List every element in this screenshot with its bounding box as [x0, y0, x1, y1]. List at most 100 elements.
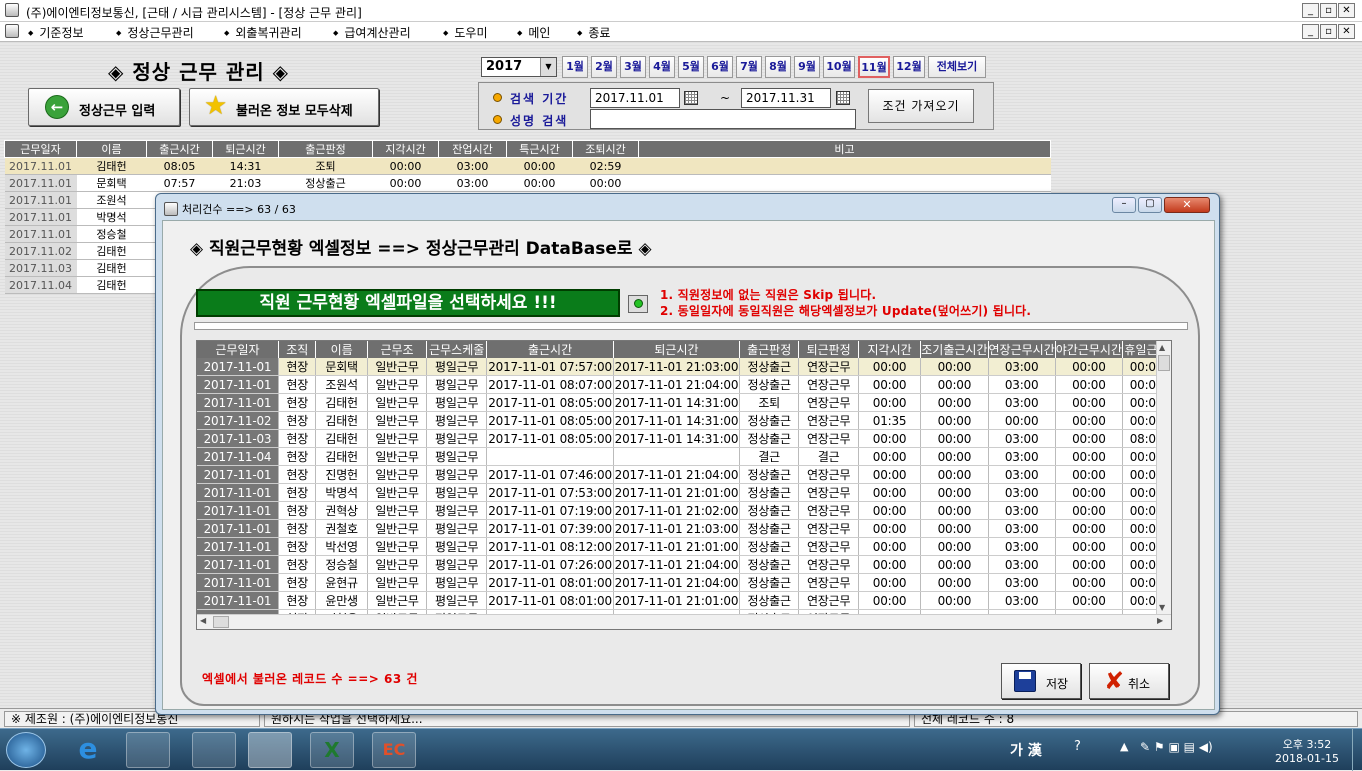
col-header[interactable]: 출근판정 — [278, 140, 373, 158]
menu-helper[interactable]: 도우미 — [443, 24, 487, 41]
grid-col-header[interactable]: 근무일자 — [197, 341, 279, 358]
grid-row[interactable]: 2017-11-01 현장 윤현규 일반근무 평일근무 2017-11-01 08:01:… — [197, 573, 1171, 592]
grid-row[interactable]: 2017-11-01 현장 김태헌 일반근무 평일근무 2017-11-01 08:05:… — [197, 393, 1171, 412]
menu-outing-return[interactable]: 외출복귀관리 — [224, 24, 301, 41]
menu-salary-calc[interactable]: 급여계산관리 — [333, 24, 410, 41]
cancel-button[interactable]: ✘ 취소 — [1089, 663, 1169, 699]
grid-row[interactable]: 2017-11-01 현장 윤만생 일반근무 평일근무 2017-11-01 08:01:… — [197, 591, 1171, 610]
radio-period[interactable] — [493, 93, 502, 102]
radio-name[interactable] — [493, 115, 502, 124]
month-button-4[interactable]: 4월 — [649, 56, 675, 78]
grid-row[interactable]: 2017-11-01 현장 문회택 일반근무 평일근무 2017-11-01 07:57:… — [197, 358, 1171, 376]
grid-row[interactable]: 2017-11-01 현장 권혁상 일반근무 평일근무 2017-11-01 07:19:… — [197, 501, 1171, 520]
month-button-11[interactable]: 11월 — [858, 56, 890, 78]
ie-icon[interactable]: e — [66, 732, 110, 768]
vertical-scroll-thumb[interactable] — [1158, 355, 1170, 371]
grid-col-header[interactable]: 출근판정 — [739, 341, 800, 358]
grid-col-header[interactable]: 연장근무시간 — [988, 341, 1056, 358]
ime-indicator[interactable]: 가 漢 — [1010, 740, 1042, 760]
grid-row[interactable]: 2017-11-04 현장 김태헌 일반근무 평일근무 결근 결근 00:00 00:00 03:… — [197, 447, 1171, 466]
scroll-up-icon[interactable]: ▲ — [1159, 343, 1169, 353]
dialog-minimize-button[interactable]: – — [1112, 197, 1136, 213]
month-button-12[interactable]: 12월 — [893, 56, 925, 78]
explorer-folder-icon[interactable] — [192, 732, 236, 768]
close-button[interactable]: ✕ — [1338, 3, 1355, 18]
col-header[interactable]: 이름 — [76, 140, 147, 158]
month-button-6[interactable]: 6월 — [707, 56, 733, 78]
col-header[interactable]: 출근시간 — [146, 140, 213, 158]
grid-col-header[interactable]: 지각시간 — [858, 341, 922, 358]
normal-work-input-button[interactable]: ← 정상근무 입력 — [28, 88, 180, 126]
grid-col-header[interactable]: 퇴근시간 — [613, 341, 740, 358]
grid-row[interactable]: 2017-11-02 현장 김태헌 일반근무 평일근무 2017-11-01 08:05:… — [197, 411, 1171, 430]
show-desktop-button[interactable] — [1352, 729, 1362, 771]
dialog-maximize-button[interactable]: ▢ — [1138, 197, 1162, 213]
month-button-8[interactable]: 8월 — [765, 56, 791, 78]
menu-main[interactable]: 메인 — [517, 24, 550, 41]
col-header[interactable]: 퇴근시간 — [212, 140, 279, 158]
active-app-icon[interactable] — [248, 732, 292, 768]
ec-app-icon[interactable]: EC — [372, 732, 416, 768]
month-button-1[interactable]: 1월 — [562, 56, 588, 78]
grid-col-header[interactable]: 이름 — [315, 341, 368, 358]
scroll-left-icon[interactable]: ◀ — [200, 616, 206, 625]
grid-col-header[interactable]: 출근시간 — [486, 341, 615, 358]
menu-normal-work[interactable]: 정상근무관리 — [116, 24, 193, 41]
tray-show-hidden-icon[interactable]: ▲ — [1120, 740, 1128, 753]
grid-row[interactable]: 2017-11-01 현장 진명헌 일반근무 평일근무 2017-11-01 07:46:… — [197, 465, 1171, 484]
child-minimize-button[interactable]: _ — [1302, 24, 1319, 39]
clock-time[interactable]: 오후 3:52 — [1270, 736, 1344, 752]
vertical-scrollbar[interactable]: ▲ ▼ — [1156, 341, 1171, 615]
dialog-close-button[interactable]: ✕ — [1164, 197, 1210, 213]
grid-col-header[interactable]: 조기출근시간 — [920, 341, 989, 358]
grid-col-header[interactable]: 조직 — [278, 341, 317, 358]
name-search-input[interactable] — [590, 109, 856, 129]
view-all-button[interactable]: 전체보기 — [928, 56, 986, 78]
calendar-icon[interactable] — [684, 91, 698, 105]
delete-loaded-button[interactable]: ★ 불러온 정보 모두삭제 — [189, 88, 379, 126]
grid-row[interactable]: 2017-11-01 현장 조원석 일반근무 평일근무 2017-11-01 08:07:… — [197, 375, 1171, 394]
excel-grid[interactable]: 근무일자 조직 이름 근무조 근무스케줄 출근시간 퇴근시간 출근판정 퇴근판정 지각시간 조기출근… — [196, 340, 1172, 630]
fetch-condition-button[interactable]: 조건 가져오기 — [868, 89, 974, 123]
table-row[interactable]: 2017.11.01 김태헌 08:05 14:31 조퇴 00:00 03:00 00:00… — [4, 157, 1051, 175]
table-row[interactable]: 2017.11.01 문회택 07:57 21:03 정상출근 00:00 03:00 00:… — [4, 174, 1051, 192]
grid-row[interactable]: 2017-11-01 현장 박명석 일반근무 평일근무 2017-11-01 07:53:… — [197, 483, 1171, 502]
col-header[interactable]: 잔업시간 — [438, 140, 507, 158]
menu-exit[interactable]: 종료 — [577, 24, 610, 41]
child-close-button[interactable]: ✕ — [1338, 24, 1355, 39]
month-button-10[interactable]: 10월 — [823, 56, 855, 78]
minimize-button[interactable]: _ — [1302, 3, 1319, 18]
grid-row[interactable]: 2017-11-01 현장 권철호 일반근무 평일근무 2017-11-01 07:39:… — [197, 519, 1171, 538]
clock-date[interactable]: 2018-01-15 — [1270, 752, 1344, 765]
col-header[interactable]: 지각시간 — [372, 140, 439, 158]
grid-col-header[interactable]: 근무조 — [367, 341, 428, 358]
child-restore-button[interactable]: ▫ — [1320, 24, 1337, 39]
restore-button[interactable]: ▫ — [1320, 3, 1337, 18]
tray-icons[interactable]: ✎ ⚑ ▣ ▤ ◀) — [1140, 740, 1213, 754]
help-icon[interactable]: ? — [1074, 739, 1081, 754]
grid-col-header[interactable]: 근무스케줄 — [426, 341, 488, 358]
month-button-5[interactable]: 5월 — [678, 56, 704, 78]
scroll-down-icon[interactable]: ▼ — [1159, 603, 1169, 613]
save-button[interactable]: 저장 — [1001, 663, 1081, 699]
col-header[interactable]: 특근시간 — [506, 140, 573, 158]
month-button-3[interactable]: 3월 — [620, 56, 646, 78]
media-player-icon[interactable] — [126, 732, 170, 768]
grid-row[interactable]: 2017-11-01 현장 정승철 일반근무 평일근무 2017-11-01 07:26:… — [197, 555, 1171, 574]
horizontal-scrollbar[interactable]: ◀ ▶ — [197, 614, 1171, 629]
scroll-right-icon[interactable]: ▶ — [1157, 616, 1163, 625]
month-button-2[interactable]: 2월 — [591, 56, 617, 78]
start-button[interactable] — [6, 732, 46, 768]
grid-row[interactable]: 2017-11-01 현장 박선영 일반근무 평일근무 2017-11-01 08:12:… — [197, 537, 1171, 556]
grid-col-header[interactable]: 야간근무시간 — [1055, 341, 1124, 358]
horizontal-scroll-thumb[interactable] — [213, 616, 229, 628]
menu-basic-info[interactable]: 기준정보 — [28, 24, 83, 41]
year-select[interactable]: 2017 ▼ — [481, 57, 557, 77]
col-header[interactable]: 근무일자 — [4, 140, 77, 158]
chevron-down-icon[interactable]: ▼ — [540, 58, 556, 76]
grid-row[interactable]: 2017-11-03 현장 김태헌 일반근무 평일근무 2017-11-01 08:05:… — [197, 429, 1171, 448]
col-header[interactable]: 조퇴시간 — [572, 140, 639, 158]
date-to-input[interactable]: 2017.11.31 — [741, 88, 831, 108]
month-button-7[interactable]: 7월 — [736, 56, 762, 78]
col-header[interactable]: 비고 — [638, 140, 1051, 158]
